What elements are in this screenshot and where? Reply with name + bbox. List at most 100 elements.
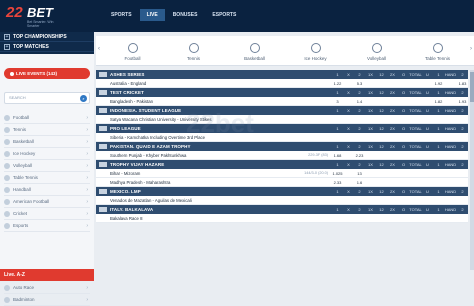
odds-cell[interactable]: 1.4 [354,99,365,104]
sidebar-item-volleyball[interactable]: Volleyball › [4,160,90,172]
sport-tab-tennis[interactable]: Tennis [163,36,224,65]
sidebar-item-cricket[interactable]: Cricket › [4,208,90,220]
match-teams[interactable]: Venados de Mazatlan - Aguilas de Mexical… [96,198,288,203]
odds-column-header: X [347,90,350,95]
sidebar-item-tennis[interactable]: Tennis › [4,124,90,136]
top-matches-toggle[interactable]: + TOP MATCHES [0,42,94,52]
nav-sports[interactable]: SPORTS [104,9,139,21]
league-header[interactable]: MEXICO. LMP 1 X 2 1X 12 2X O TOTAL U 1 HAND 2 [96,187,468,196]
odds-cell[interactable]: 2.33 [332,180,343,185]
odds-cell[interactable]: 1.83 [457,81,468,86]
football-icon [4,114,10,121]
odds-column-header: 1 [437,207,440,212]
sport-tab-table-tennis[interactable]: Table Tennis [407,36,468,65]
odds-cell[interactable]: 2.23 [354,153,365,158]
odds-cell[interactable]: 1.22 [332,81,343,86]
sidebar-item-ice-hockey[interactable]: Ice Hockey › [4,148,90,160]
league-name: MEXICO. LMP [110,189,141,194]
sport-tab-basketball[interactable]: Basketball [224,36,285,65]
nav-bonuses[interactable]: BONUSES [166,9,205,21]
odds-column-header: HAND [444,126,457,131]
nav-esports[interactable]: ESPORTS [205,9,243,21]
match-row[interactable]: Madhya Pradesh - Maharashtra 2.33 1.6 [96,178,468,187]
odds-cell[interactable]: 1.93 [457,99,468,104]
scrollbar-thumb[interactable] [470,72,474,102]
odds-column-header: O [401,72,406,77]
sport-tab-ice-hockey[interactable]: Ice Hockey [285,36,346,65]
sport-tab-label: Basketball [244,56,265,61]
sport-tab-football[interactable]: Football [102,36,163,65]
odds-column-header: 1 [437,72,440,77]
watermark-text: 22bet [186,108,254,138]
chevron-down-icon: › [86,150,88,157]
top-championships-toggle[interactable]: + TOP CHAMPIONSHIPS [0,32,94,42]
sport-tab-label: Table Tennis [425,56,450,61]
match-row[interactable]: Bakalava Race 8 [96,214,468,223]
match-teams[interactable]: Southern Punjab - Khyber Pakhtunkhwa [96,153,288,158]
odds-cell[interactable]: 1.6 [354,180,365,185]
sport-tab-volleyball[interactable]: Volleyball [346,36,407,65]
sidebar-item-auto-race[interactable]: Auto Race › [4,282,90,294]
match-row[interactable]: Australia - England 1.22 5.3 1.92 1.83 [96,79,468,88]
odds-cell[interactable]: 1.025 [332,171,343,176]
league-header[interactable]: PAKISTAN. QUAID E AZAM TROPHY 1 X 2 1X 12 2X O T… [96,142,468,151]
match-row[interactable]: Bangladesh - Pakistan 3 1.4 1.82 1.93 [96,97,468,106]
league-header[interactable]: INDONESIA. STUDENT LEAGUE 1 X 2 1X 12 2X O TOTAL… [96,106,468,115]
match-teams[interactable]: Bakalava Race 8 [96,216,288,221]
nav-live[interactable]: LIVE [139,9,165,21]
odds-column-header: 1X [368,162,373,167]
odds-column-header: 1 [437,108,440,113]
basketball-icon [4,138,10,145]
odds-column-header: 1X [368,126,373,131]
odds-cell[interactable]: 1.92 [433,81,444,86]
odds-cell[interactable]: 5.3 [354,81,365,86]
search-icon[interactable]: ⌕ [80,95,87,102]
sidebar-item-football[interactable]: Football › [4,112,90,124]
flag-icon [99,90,107,95]
live-az-button[interactable]: Live. A-Z [0,269,94,281]
odds-column-header: 1 [336,108,339,113]
live-events-button[interactable]: LIVE EVENTS (143) [4,68,90,79]
flag-icon [99,162,107,167]
league-header[interactable]: PRO LEAGUE 1 X 2 1X 12 2X O TOTAL U 1 HAND 2 [96,124,468,133]
odds-column-header: O [401,126,406,131]
sidebar-item-basketball[interactable]: Basketball › [4,136,90,148]
odds-cell[interactable]: 13 [354,171,365,176]
odds-cell[interactable]: 3 [332,99,343,104]
odds-column-header: U [426,189,429,194]
sidebar-item-handball[interactable]: Handball › [4,184,90,196]
plus-icon: + [4,33,10,40]
league-header[interactable]: TROPHY VIJAY HAZARE 1 X 2 1X 12 2X O TOTAL U 1 HAND… [96,160,468,169]
chevron-right-icon[interactable]: › [468,36,474,65]
sidebar-item-esports[interactable]: Esports › [4,220,90,232]
sidebar-item-american-football[interactable]: American Football › [4,196,90,208]
match-row[interactable]: Bihar - Mizoram 144/3-0 (20.0) 1.025 13 [96,169,468,178]
brand-logo[interactable]: 22 BET Bet Smarter. Win Smarter [6,4,66,28]
league-header[interactable]: ITALY. BALKALAVA 1 X 2 1X 12 2X O TOTAL U 1 HAND 2 [96,205,468,214]
top-navbar: 22 BET Bet Smarter. Win Smarter SPORTS L… [0,0,474,32]
league-header[interactable]: TEST CRICKET 1 X 2 1X 12 2X O TOTAL U 1 HAND 2 [96,88,468,97]
odds-column-header: U [426,207,429,212]
sidebar-item-table-tennis[interactable]: Table Tennis › [4,172,90,184]
table-tennis-icon [4,174,10,181]
match-teams[interactable]: Madhya Pradesh - Maharashtra [96,180,288,185]
match-row[interactable]: Satya Wacana Christian University - Univ… [96,115,468,124]
match-row[interactable]: Siberia - Kamchatka Including Overtime 3… [96,133,468,142]
match-teams[interactable]: Australia - England [96,81,288,86]
volleyball-icon [371,43,382,53]
odds-column-header: 1 [336,72,339,77]
sidebar-item-label: Handball [13,187,31,192]
match-row[interactable]: Southern Punjab - Khyber Pakhtunkhwa 229-… [96,151,468,160]
match-teams[interactable]: Bihar - Mizoram [96,171,288,176]
sidebar-item-label: Tennis [13,127,27,132]
league-name: ITALY. BALKALAVA [110,207,154,212]
odds-cell[interactable]: 1.82 [433,99,444,104]
match-teams[interactable]: Bangladesh - Pakistan [96,99,288,104]
league-header[interactable]: ASHES SERIES 1 X 2 1X 12 2X O TOTAL U 1 HAND 2 [96,70,468,79]
main-nav: SPORTS LIVE BONUSES ESPORTS [104,9,244,21]
odds-cell[interactable]: 1.68 [332,153,343,158]
match-row[interactable]: Venados de Mazatlan - Aguilas de Mexical… [96,196,468,205]
esports-icon [4,222,10,229]
sidebar-item-badminton[interactable]: Badminton › [4,294,90,306]
sidebar-search-input[interactable]: SEARCH ⌕ [4,92,90,104]
